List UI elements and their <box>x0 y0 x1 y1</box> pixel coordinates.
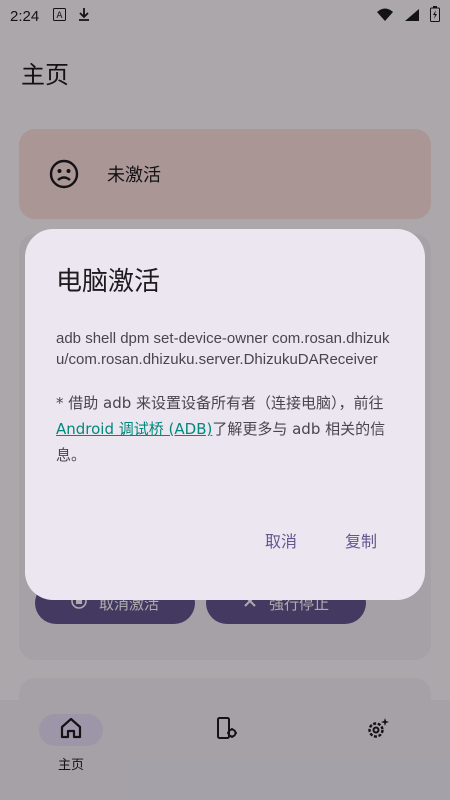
adb-doc-link[interactable]: Android 调试桥 (ADB) <box>56 420 212 438</box>
cancel-button[interactable]: 取消 <box>265 528 297 552</box>
adb-command-text: adb shell dpm set-device-owner com.rosan… <box>56 330 390 368</box>
note-prefix: * 借助 adb 来设置设备所有者（连接电脑），前往 <box>56 394 384 412</box>
dialog-title: 电脑激活 <box>56 267 161 297</box>
copy-button[interactable]: 复制 <box>345 528 377 552</box>
dialog-actions: 取消 复制 <box>265 528 377 552</box>
dialog-note: * 借助 adb 来设置设备所有者（连接电脑），前往 Android 调试桥 (A… <box>56 390 395 468</box>
pc-activation-dialog: 电脑激活 adb shell dpm set-device-owner com.… <box>25 229 425 600</box>
